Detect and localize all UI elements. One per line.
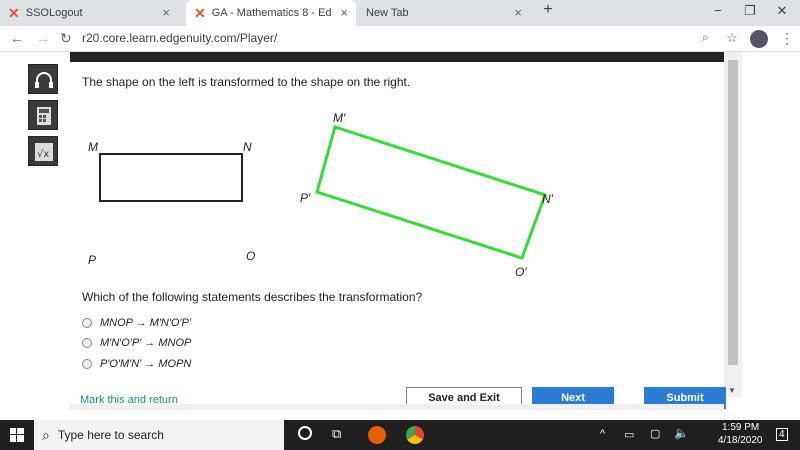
- network-icon[interactable]: ▢: [650, 427, 660, 440]
- taskbar-search[interactable]: ⌕ Type here to search: [34, 420, 284, 450]
- menu-icon[interactable]: ⋮: [780, 30, 794, 47]
- option-label: MNOP → M′N′O′P′: [100, 317, 191, 329]
- avatar[interactable]: [750, 30, 768, 48]
- close-tab-icon[interactable]: ×: [340, 5, 348, 20]
- windows-start-icon[interactable]: [10, 428, 24, 442]
- tray-chevron-icon[interactable]: ^: [600, 428, 605, 440]
- close-tab-icon[interactable]: ×: [514, 5, 522, 20]
- tool-sidebar: √x: [0, 52, 70, 408]
- chrome-icon[interactable]: [406, 426, 424, 444]
- edgenuity-x-icon: ✕: [194, 4, 206, 21]
- address-bar[interactable]: r20.core.learn.edgenuity.com/Player/: [82, 31, 277, 45]
- calculator-icon: [37, 107, 51, 125]
- tab-mathematics[interactable]: ✕ GA - Mathematics 8 - Edgenuity... ×: [186, 0, 356, 26]
- firefox-icon[interactable]: [368, 426, 386, 444]
- label-p: P: [88, 253, 96, 267]
- close-tab-icon[interactable]: ×: [162, 5, 170, 20]
- page-content: √x The shape on the left is transformed …: [0, 52, 800, 410]
- label-n-prime: N′: [542, 192, 554, 206]
- tab-new-tab[interactable]: New Tab ×: [360, 0, 530, 26]
- rectangle-mnop: [99, 153, 243, 202]
- scroll-down-arrow-icon[interactable]: ▼: [728, 386, 736, 395]
- header-band: [70, 52, 724, 62]
- calculator-button[interactable]: [28, 100, 58, 130]
- tab-strip: ✕ SSOLogout × ✕ GA - Mathematics 8 - Edg…: [0, 0, 800, 26]
- zoom-icon[interactable]: ⌕: [702, 30, 709, 45]
- headphones-icon: [35, 72, 53, 88]
- windows-taskbar: ⌕ Type here to search ⧉ ^ ▭ ▢ 🔈 1:59 PM …: [0, 420, 800, 450]
- question-ask: Which of the following statements descri…: [82, 290, 423, 304]
- answer-option[interactable]: MNOP → M′N′O′P′: [82, 317, 191, 329]
- headphones-button[interactable]: [28, 64, 58, 94]
- answer-option[interactable]: P′O′M′N′ → MOPN: [82, 358, 191, 370]
- edgenuity-x-icon: ✕: [8, 4, 20, 21]
- back-arrow-icon[interactable]: ←: [10, 30, 24, 46]
- forward-arrow-icon[interactable]: →: [36, 30, 50, 46]
- clock-time[interactable]: 1:59 PM: [722, 422, 759, 433]
- search-placeholder: Type here to search: [57, 428, 164, 442]
- close-window-button[interactable]: ✕: [772, 3, 792, 19]
- label-o-prime: O′: [515, 265, 527, 279]
- maximize-button[interactable]: ❐: [740, 3, 760, 19]
- svg-text:√x: √x: [37, 149, 49, 160]
- label-n: N: [243, 140, 252, 154]
- radio-button[interactable]: [82, 359, 92, 369]
- question-prompt: The shape on the left is transformed to …: [82, 75, 411, 89]
- tab-title: GA - Mathematics 8 - Edgenuity...: [211, 7, 332, 19]
- cortana-icon[interactable]: [298, 426, 312, 440]
- task-view-icon[interactable]: ⧉: [332, 426, 341, 442]
- browser-toolbar: ← → ↻ r20.core.learn.edgenuity.com/Playe…: [0, 26, 800, 52]
- option-label: M′N′O′P′ → MNOP: [100, 337, 192, 349]
- tab-title: New Tab: [366, 7, 409, 19]
- rectangle-prime: [315, 125, 547, 260]
- radio-button[interactable]: [82, 318, 92, 328]
- page-scrollbar[interactable]: ▼: [724, 52, 742, 397]
- square-root-icon: √x: [35, 143, 53, 161]
- label-o: O: [246, 249, 255, 263]
- minimize-button[interactable]: −: [708, 3, 728, 18]
- notification-badge[interactable]: 4: [776, 428, 788, 441]
- option-label: P′O′M′N′ → MOPN: [100, 358, 192, 370]
- label-m-prime: M′: [333, 111, 346, 125]
- label-m: M: [88, 140, 98, 154]
- tab-title: SSOLogout: [25, 7, 83, 19]
- radio-button[interactable]: [82, 338, 92, 348]
- star-icon[interactable]: ☆: [726, 30, 738, 46]
- horizontal-scrollbar[interactable]: [70, 404, 724, 410]
- clock-date[interactable]: 4/18/2020: [718, 435, 763, 446]
- answer-option[interactable]: M′N′O′P′ → MNOP: [82, 337, 191, 349]
- search-icon: ⌕: [42, 426, 50, 443]
- new-tab-button[interactable]: +: [538, 1, 558, 19]
- scrollbar-thumb[interactable]: [728, 60, 738, 365]
- battery-icon[interactable]: ▭: [624, 428, 634, 441]
- volume-icon[interactable]: 🔈: [674, 426, 689, 440]
- reload-icon[interactable]: ↻: [60, 30, 72, 47]
- tab-ssologout[interactable]: ✕ SSOLogout ×: [8, 0, 178, 26]
- label-p-prime: P′: [300, 191, 311, 205]
- formula-button[interactable]: √x: [28, 136, 58, 166]
